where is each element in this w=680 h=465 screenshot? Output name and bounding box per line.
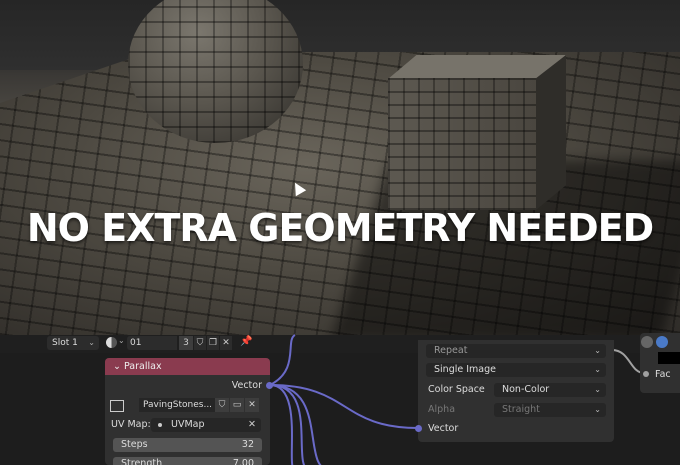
alpha-label: Alpha <box>428 404 456 415</box>
projection-dropdown[interactable]: Single Image ⌄ <box>426 363 606 377</box>
steps-slider[interactable]: Steps 32 <box>113 438 262 452</box>
strength-label: Strength <box>121 458 163 465</box>
image-icon[interactable] <box>110 400 124 412</box>
chevron-down-icon: ⌄ <box>594 346 601 355</box>
sphere-icon[interactable] <box>641 336 653 348</box>
close-icon[interactable]: ✕ <box>248 418 256 432</box>
steps-value: 32 <box>241 439 254 450</box>
strength-slider[interactable]: Strength 7.00 <box>113 457 262 465</box>
vector-output-label: Vector <box>231 380 262 391</box>
steps-label: Steps <box>121 439 148 450</box>
vector-input-socket[interactable] <box>415 425 422 432</box>
image-texture-node[interactable]: Repeat ⌄ Single Image ⌄ Color Space Non-… <box>418 340 614 442</box>
close-icon[interactable]: ✕ <box>245 398 259 412</box>
shield-icon[interactable]: ⛉ <box>215 398 229 412</box>
parallax-node-title: Parallax <box>124 361 162 372</box>
parallax-node-header[interactable]: ⌄ Parallax <box>105 358 270 375</box>
parallax-node[interactable]: ⌄ Parallax Vector PavingStones... ⛉ ▭ ✕ … <box>105 358 270 465</box>
fac-label: Fac <box>655 369 671 380</box>
image-name-field[interactable]: PavingStones... <box>139 398 215 412</box>
vector-input-label: Vector <box>428 423 459 434</box>
extension-value: Repeat <box>434 345 468 356</box>
collapse-icon[interactable]: ⌄ <box>113 361 121 372</box>
vector-output-socket[interactable] <box>266 382 273 389</box>
globe-icon[interactable] <box>656 336 668 348</box>
chevron-down-icon: ⌄ <box>594 365 601 374</box>
color-space-value: Non-Color <box>502 384 550 395</box>
uv-map-value: UVMap <box>171 419 205 430</box>
alpha-value: Straight <box>502 404 540 415</box>
uv-map-label: UV Map: <box>111 419 151 430</box>
strength-value: 7.00 <box>232 458 254 465</box>
projection-value: Single Image <box>434 364 496 375</box>
folder-icon[interactable]: ▭ <box>230 398 244 412</box>
fac-input-socket[interactable] <box>643 371 649 377</box>
color-swatch[interactable] <box>658 352 680 364</box>
color-space-dropdown[interactable]: Non-Color ⌄ <box>494 383 606 397</box>
uv-map-field[interactable]: UVMap ✕ <box>151 418 261 432</box>
color-space-label: Color Space <box>428 384 485 395</box>
chevron-down-icon: ⌄ <box>594 385 601 394</box>
mix-node-partial[interactable]: Fac <box>640 333 680 393</box>
chevron-down-icon: ⌄ <box>594 405 601 414</box>
alpha-dropdown[interactable]: Straight ⌄ <box>494 403 606 417</box>
uv-dot-icon <box>158 423 162 427</box>
extension-dropdown[interactable]: Repeat ⌄ <box>426 344 606 358</box>
